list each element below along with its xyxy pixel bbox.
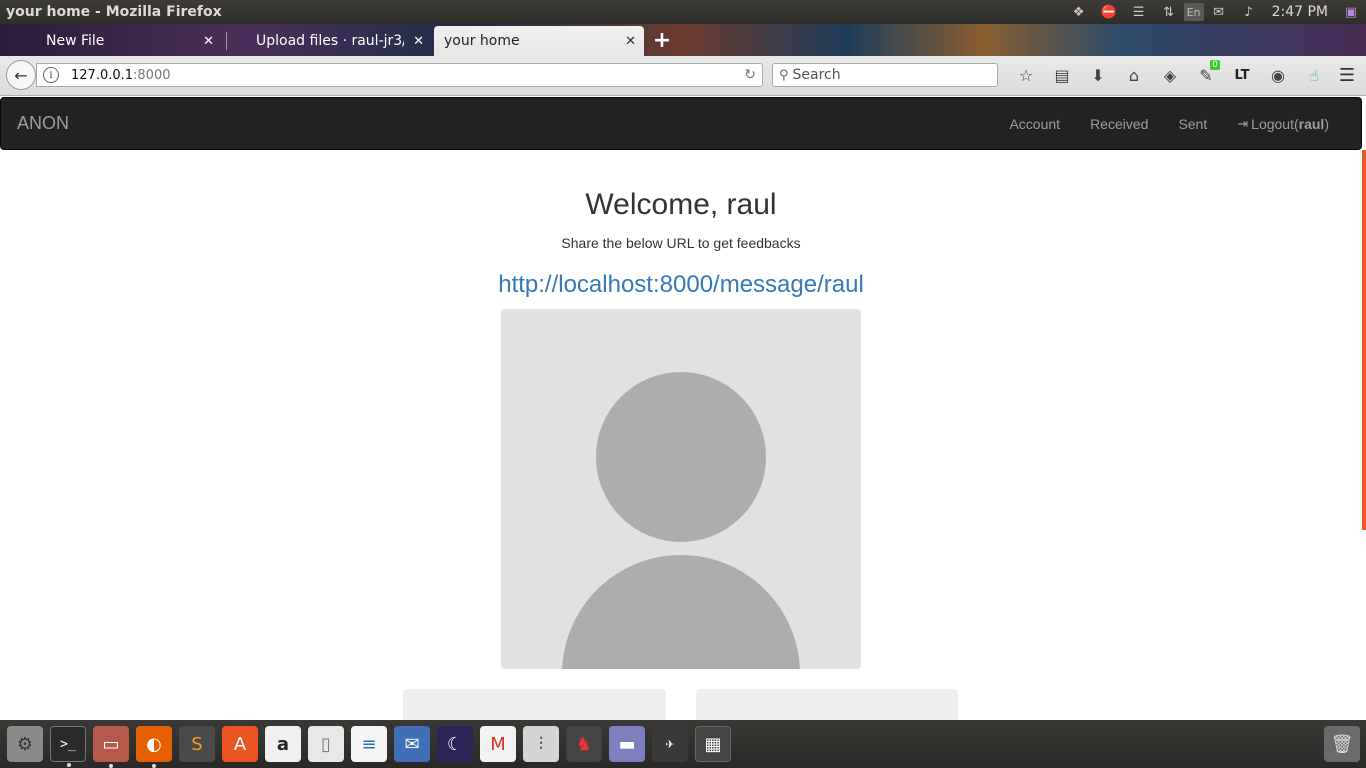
home-icon[interactable]: ⌂ — [1116, 64, 1152, 86]
firefox-icon[interactable]: ◐ — [136, 726, 172, 768]
card-right — [696, 689, 958, 720]
launcher-dock: ⚙ >_ ▭ ◐ S A a ▯ ≡ ✉ ☾ M ⫶ ♞ ▬ ✈ ▦ 🗑 — [0, 720, 1366, 768]
document-icon[interactable]: ▯ — [308, 726, 344, 762]
reload-icon[interactable]: ↻ — [744, 67, 756, 83]
search-bar[interactable]: ⚲ — [772, 63, 998, 87]
logout-prefix: Logout( — [1251, 115, 1299, 132]
volume-icon[interactable]: ♪ — [1238, 3, 1260, 21]
system-tray: ❖ ⛔ ☰ ⇅ En ✉ ♪ 2:47 PM ▣ — [1064, 0, 1366, 24]
amazon-icon[interactable]: a — [265, 726, 301, 762]
search-input[interactable] — [792, 67, 983, 83]
software-center-icon[interactable]: A — [222, 726, 258, 762]
writer-icon[interactable]: ≡ — [351, 726, 387, 762]
url-text[interactable]: 127.0.0.1:8000 — [71, 68, 171, 83]
site-nav-links: Account Received Sent ⇥ Logout(raul) — [994, 98, 1361, 149]
mail-icon[interactable]: ✉ — [1208, 3, 1230, 21]
nav-logout[interactable]: ⇥ Logout(raul) — [1222, 116, 1361, 132]
ceeux-icon[interactable]: ✈ — [652, 726, 688, 762]
info-icon[interactable]: i — [43, 67, 59, 83]
languagetool-icon[interactable]: LT — [1224, 64, 1260, 86]
new-tab-button[interactable]: + — [650, 28, 674, 53]
mixer-icon[interactable]: ⫶ — [523, 726, 559, 762]
scrollbar[interactable] — [1362, 150, 1366, 530]
url-bar[interactable]: i 127.0.0.1:8000 ↻ — [36, 63, 763, 87]
tab-upload-files[interactable]: Upload files · raul-jr3/ ✕ — [226, 26, 432, 56]
tab-label: New File — [46, 33, 105, 49]
navigation-toolbar: i 127.0.0.1:8000 ↻ ← ⚲ ☆ ▤ ⬇ ⌂ ◈ ✎0 LT ◉… — [0, 56, 1366, 96]
close-icon[interactable]: ✕ — [203, 34, 214, 49]
trash-icon[interactable]: 🗑 — [1324, 726, 1360, 762]
dropbox-icon[interactable]: ❖ — [1068, 3, 1090, 21]
tab-new-file[interactable]: New File ✕ — [8, 26, 222, 56]
extension-badge: 0 — [1210, 60, 1220, 70]
tab-label: Upload files · raul-jr3/ — [256, 33, 404, 49]
tab-label: your home — [444, 33, 520, 49]
page-title: Welcome, raul — [585, 188, 777, 221]
url-port: :8000 — [133, 67, 171, 83]
no-entry-icon[interactable]: ⛔ — [1098, 3, 1120, 21]
share-url-text[interactable]: http://localhost:8000/message/raul — [498, 271, 864, 298]
url-host: 127.0.0.1 — [71, 67, 134, 83]
gmail-icon[interactable]: M — [480, 726, 516, 762]
toolbar-icons: ☆ ▤ ⬇ ⌂ ◈ ✎ 0 LT ◉ ☝ — [1008, 60, 1332, 86]
tab-strip: New File ✕ Upload files · raul-jr3/ ✕ yo… — [0, 24, 1366, 56]
sublime-icon[interactable]: S — [179, 726, 215, 762]
nav-received[interactable]: Received — [1075, 116, 1163, 132]
avatar — [501, 309, 861, 669]
share-url-link: http://localhost:8000/message/raul — [0, 271, 1362, 299]
avatar-body-shape — [562, 555, 800, 669]
tab-your-home[interactable]: your home ✕ — [434, 26, 644, 56]
site-navbar: ANON Account Received Sent ⇥ Logout(raul… — [0, 97, 1362, 150]
network-icon[interactable]: ⇅ — [1158, 3, 1180, 21]
emulator-icon[interactable]: ▬ — [609, 726, 645, 762]
card-left — [403, 689, 666, 720]
logout-username: raul — [1298, 115, 1325, 132]
extension-touch-icon[interactable]: ☝ — [1296, 64, 1332, 86]
workspace-icon[interactable]: ▦ — [695, 726, 731, 762]
back-arrow-icon: ← — [14, 65, 28, 85]
download-icon[interactable]: ⬇ — [1080, 64, 1116, 86]
settings-icon[interactable]: ⚙ — [7, 726, 43, 762]
close-icon[interactable]: ✕ — [413, 34, 424, 49]
web-page: ANON Account Received Sent ⇥ Logout(raul… — [0, 96, 1366, 720]
pocket-icon[interactable]: ◈ — [1152, 64, 1188, 86]
close-icon[interactable]: ✕ — [625, 34, 636, 49]
system-top-panel: your home - Mozilla Firefox ❖ ⛔ ☰ ⇅ En ✉… — [0, 0, 1366, 24]
extension-icon[interactable]: ✎ 0 — [1188, 60, 1224, 86]
nav-account[interactable]: Account — [994, 116, 1075, 132]
nav-sent[interactable]: Sent — [1163, 116, 1222, 132]
logout-icon: ⇥ — [1237, 115, 1249, 131]
files-icon[interactable]: ▭ — [93, 726, 129, 768]
page-subtitle: Share the below URL to get feedbacks — [561, 235, 801, 251]
clock[interactable]: 2:47 PM — [1272, 4, 1328, 20]
search-icon: ⚲ — [779, 67, 789, 83]
avatar-head-shape — [596, 372, 766, 542]
keyboard-layout[interactable]: En — [1183, 3, 1204, 21]
thunderbird-icon[interactable]: ✉ — [394, 726, 430, 762]
session-icon[interactable]: ▣ — [1340, 3, 1362, 21]
color-picker-icon[interactable]: ◉ — [1260, 64, 1296, 86]
menu-icon[interactable]: ☰ — [1336, 64, 1358, 86]
back-button[interactable]: ← — [6, 60, 36, 90]
reading-list-icon[interactable]: ▤ — [1044, 64, 1080, 86]
game-icon[interactable]: ♞ — [566, 726, 602, 762]
bookmark-star-icon[interactable]: ☆ — [1008, 64, 1044, 86]
logout-suffix: ) — [1324, 115, 1329, 132]
list-icon[interactable]: ☰ — [1128, 3, 1150, 21]
stellarium-icon[interactable]: ☾ — [437, 726, 473, 762]
terminal-icon[interactable]: >_ — [50, 726, 86, 767]
brand-link[interactable]: ANON — [17, 113, 69, 134]
window-title: your home - Mozilla Firefox — [6, 4, 222, 20]
